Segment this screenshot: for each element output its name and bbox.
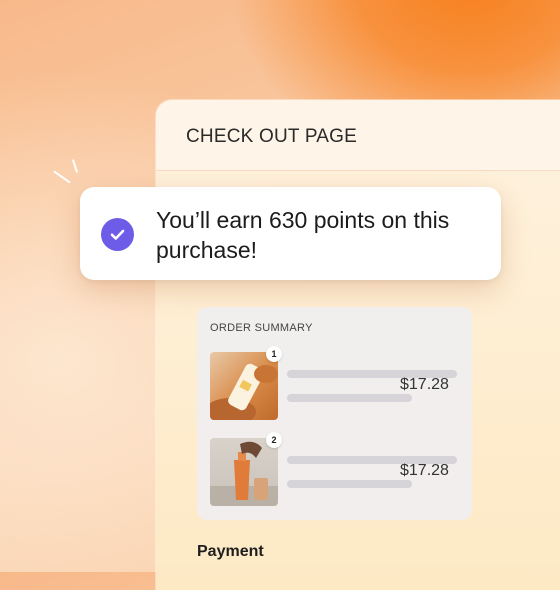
order-item[interactable]: 1 $17.28 xyxy=(210,346,465,422)
product-image xyxy=(210,438,278,506)
page-title: CHECK OUT PAGE xyxy=(186,126,358,147)
item-placeholder-line xyxy=(287,480,412,488)
item-price: $17.28 xyxy=(400,376,449,393)
checkout-header: CHECK OUT PAGE xyxy=(156,100,560,171)
check-circle-icon xyxy=(101,218,134,251)
item-price: $17.28 xyxy=(400,462,449,479)
points-message: You’ll earn 630 points on this purchase! xyxy=(156,207,450,263)
quantity-badge: 2 xyxy=(266,432,282,448)
payment-heading: Payment xyxy=(197,543,264,560)
points-toast: You’ll earn 630 points on this purchase! xyxy=(80,187,501,280)
item-placeholder-line xyxy=(287,394,412,402)
product-image xyxy=(210,352,278,420)
quantity-badge: 1 xyxy=(266,346,282,362)
order-item[interactable]: 2 $17.28 xyxy=(210,432,465,508)
sparkle-line xyxy=(71,159,79,173)
sparkle-line xyxy=(53,170,71,184)
order-summary-label: ORDER SUMMARY xyxy=(210,322,313,334)
order-summary-card: ORDER SUMMARY 1 $17.28 2 $17.28 xyxy=(197,307,472,520)
